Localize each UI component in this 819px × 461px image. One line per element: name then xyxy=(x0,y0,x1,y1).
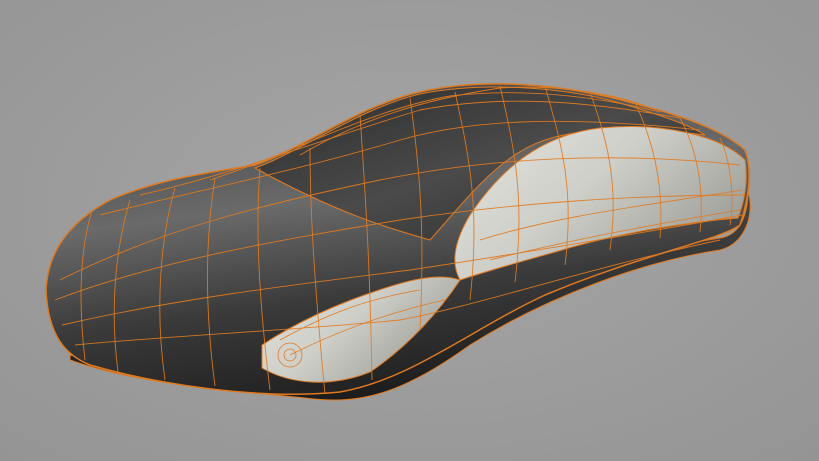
car-model-render[interactable] xyxy=(0,0,819,461)
3d-viewport[interactable] xyxy=(0,0,819,461)
